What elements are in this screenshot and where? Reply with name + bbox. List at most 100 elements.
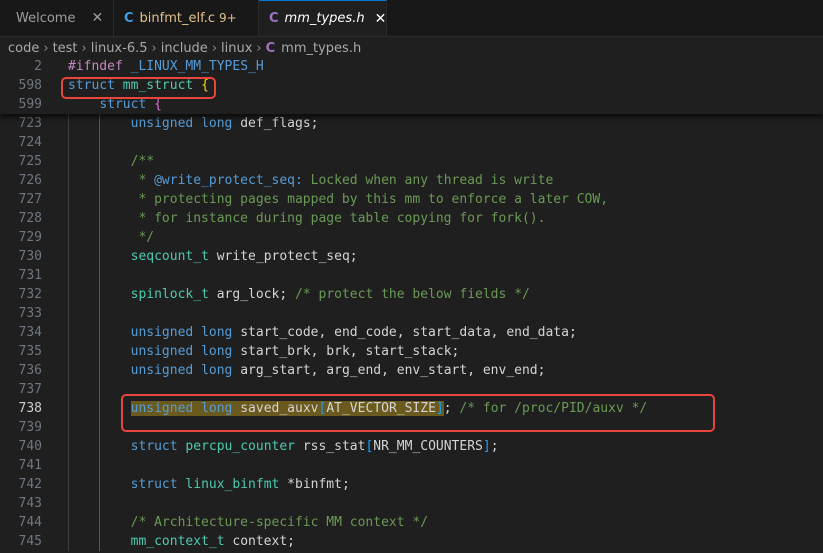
close-icon[interactable]: ✕	[375, 11, 387, 27]
tab-binfmt-elf[interactable]: C binfmt_elf.c 9+	[114, 0, 259, 36]
tab-mm-types[interactable]: C mm_types.h ✕	[259, 0, 387, 36]
code-line[interactable]: 745 mm_context_t context;	[0, 532, 823, 551]
line-number: 724	[18, 135, 42, 150]
code-text: mm_context_t context;	[130, 534, 295, 549]
line-number: 2	[34, 59, 42, 74]
code-line[interactable]: 741	[0, 456, 823, 475]
code-line[interactable]: 743	[0, 494, 823, 513]
line-number: 723	[18, 116, 42, 131]
breadcrumb-item[interactable]: linux	[221, 41, 252, 56]
line-number: 745	[18, 534, 42, 549]
code-line[interactable]: 727 * protecting pages mapped by this mm…	[0, 190, 823, 209]
breadcrumb-item[interactable]: test	[53, 41, 78, 56]
breadcrumb-item[interactable]: include	[161, 41, 208, 56]
line-number: 739	[18, 420, 42, 435]
line-number: 733	[18, 306, 42, 321]
code-text: */	[68, 230, 155, 245]
chevron-right-icon: ›	[81, 40, 87, 56]
code-line[interactable]: 724	[0, 133, 823, 152]
code-text: unsigned long start_brk, brk, start_stac…	[130, 344, 460, 359]
code-editor[interactable]: 2 #ifndef _LINUX_MM_TYPES_H 598 struct m…	[0, 57, 823, 553]
close-icon[interactable]: ✕	[91, 10, 103, 26]
line-number: 731	[18, 268, 42, 283]
problems-badge: 9+	[219, 11, 237, 25]
line-number: 727	[18, 192, 42, 207]
code-line[interactable]: 744 /* Architecture-specific MM context …	[0, 513, 823, 532]
code-body: 723 unsigned long def_flags; 724 725 /**…	[0, 114, 823, 551]
tab-label: binfmt_elf.c	[139, 10, 216, 26]
code-line[interactable]: 736 unsigned long arg_start, arg_end, en…	[0, 361, 823, 380]
code-line[interactable]: 729 */	[0, 228, 823, 247]
code-text: /**	[68, 154, 155, 169]
c-header-file-icon: C	[269, 11, 279, 26]
line-number: 737	[18, 382, 42, 397]
code-line[interactable]: 731	[0, 266, 823, 285]
chevron-right-icon: ›	[43, 40, 49, 56]
code-text: * protecting pages mapped by this mm to …	[68, 192, 609, 207]
code-line[interactable]: 739	[0, 418, 823, 437]
line-number: 735	[18, 344, 42, 359]
code-text: unsigned long def_flags;	[130, 116, 319, 131]
sticky-line[interactable]: 2 #ifndef _LINUX_MM_TYPES_H	[0, 57, 823, 76]
code-line[interactable]: 723 unsigned long def_flags;	[0, 114, 823, 133]
chevron-right-icon: ›	[151, 40, 157, 56]
code-text: /* Architecture-specific MM context */	[68, 515, 429, 530]
code-line[interactable]: 728 * for instance during page table cop…	[0, 209, 823, 228]
line-number: 743	[18, 496, 42, 511]
line-number: 598	[18, 78, 42, 93]
editor-tab-bar: Welcome ✕ C binfmt_elf.c 9+ C mm_types.h…	[0, 0, 823, 37]
code-text: * for instance during page table copying…	[68, 211, 546, 226]
chevron-right-icon: ›	[256, 40, 262, 56]
breadcrumb-item[interactable]: code	[8, 41, 39, 56]
c-file-icon: C	[124, 10, 134, 26]
code-line[interactable]: 733	[0, 304, 823, 323]
line-number: 728	[18, 211, 42, 226]
tab-welcome[interactable]: Welcome ✕	[0, 0, 114, 36]
breadcrumb: code › test › linux-6.5 › include › linu…	[0, 37, 823, 59]
code-line[interactable]: 725 /**	[0, 152, 823, 171]
code-text: #ifndef _LINUX_MM_TYPES_H	[68, 59, 264, 74]
code-text: struct {	[99, 97, 162, 112]
code-text: unsigned long saved_auxv[AT_VECTOR_SIZE]…	[130, 401, 648, 416]
sticky-line[interactable]: 598 struct mm_struct {	[0, 76, 823, 95]
line-number: 734	[18, 325, 42, 340]
line-number: 740	[18, 439, 42, 454]
line-number: 738	[18, 401, 42, 416]
code-line-highlighted[interactable]: 738 unsigned long saved_auxv[AT_VECTOR_S…	[0, 399, 823, 418]
line-number: 730	[18, 249, 42, 264]
code-line[interactable]: 735 unsigned long start_brk, brk, start_…	[0, 342, 823, 361]
code-line[interactable]: 742 struct linux_binfmt *binfmt;	[0, 475, 823, 494]
code-text: * @write_protect_seq: Locked when any th…	[68, 173, 554, 188]
line-number: 725	[18, 154, 42, 169]
code-line[interactable]: 726 * @write_protect_seq: Locked when an…	[0, 171, 823, 190]
tab-label: mm_types.h	[284, 11, 365, 26]
code-line[interactable]: 734 unsigned long start_code, end_code, …	[0, 323, 823, 342]
code-text: seqcount_t write_protect_seq;	[130, 249, 358, 264]
code-line[interactable]: 730 seqcount_t write_protect_seq;	[0, 247, 823, 266]
line-number: 726	[18, 173, 42, 188]
code-text: unsigned long arg_start, arg_end, env_st…	[130, 363, 546, 378]
c-header-file-icon: C	[265, 40, 276, 56]
code-line[interactable]: 732 spinlock_t arg_lock; /* protect the …	[0, 285, 823, 304]
code-text: spinlock_t arg_lock; /* protect the belo…	[130, 287, 530, 302]
code-line[interactable]: 740 struct percpu_counter rss_stat[NR_MM…	[0, 437, 823, 456]
chevron-right-icon: ›	[211, 40, 218, 56]
code-line[interactable]: 737	[0, 380, 823, 399]
code-text: struct linux_binfmt *binfmt;	[130, 477, 350, 492]
code-text: struct mm_struct {	[68, 78, 209, 93]
sticky-line[interactable]: 599 struct {	[0, 95, 823, 114]
line-number: 732	[18, 287, 42, 302]
line-number: 741	[18, 458, 42, 473]
line-number: 736	[18, 363, 42, 378]
line-number: 742	[18, 477, 42, 492]
breadcrumb-file[interactable]: mm_types.h	[281, 41, 361, 56]
breadcrumb-item[interactable]: linux-6.5	[91, 41, 148, 56]
code-text: struct percpu_counter rss_stat[NR_MM_COU…	[130, 439, 499, 454]
